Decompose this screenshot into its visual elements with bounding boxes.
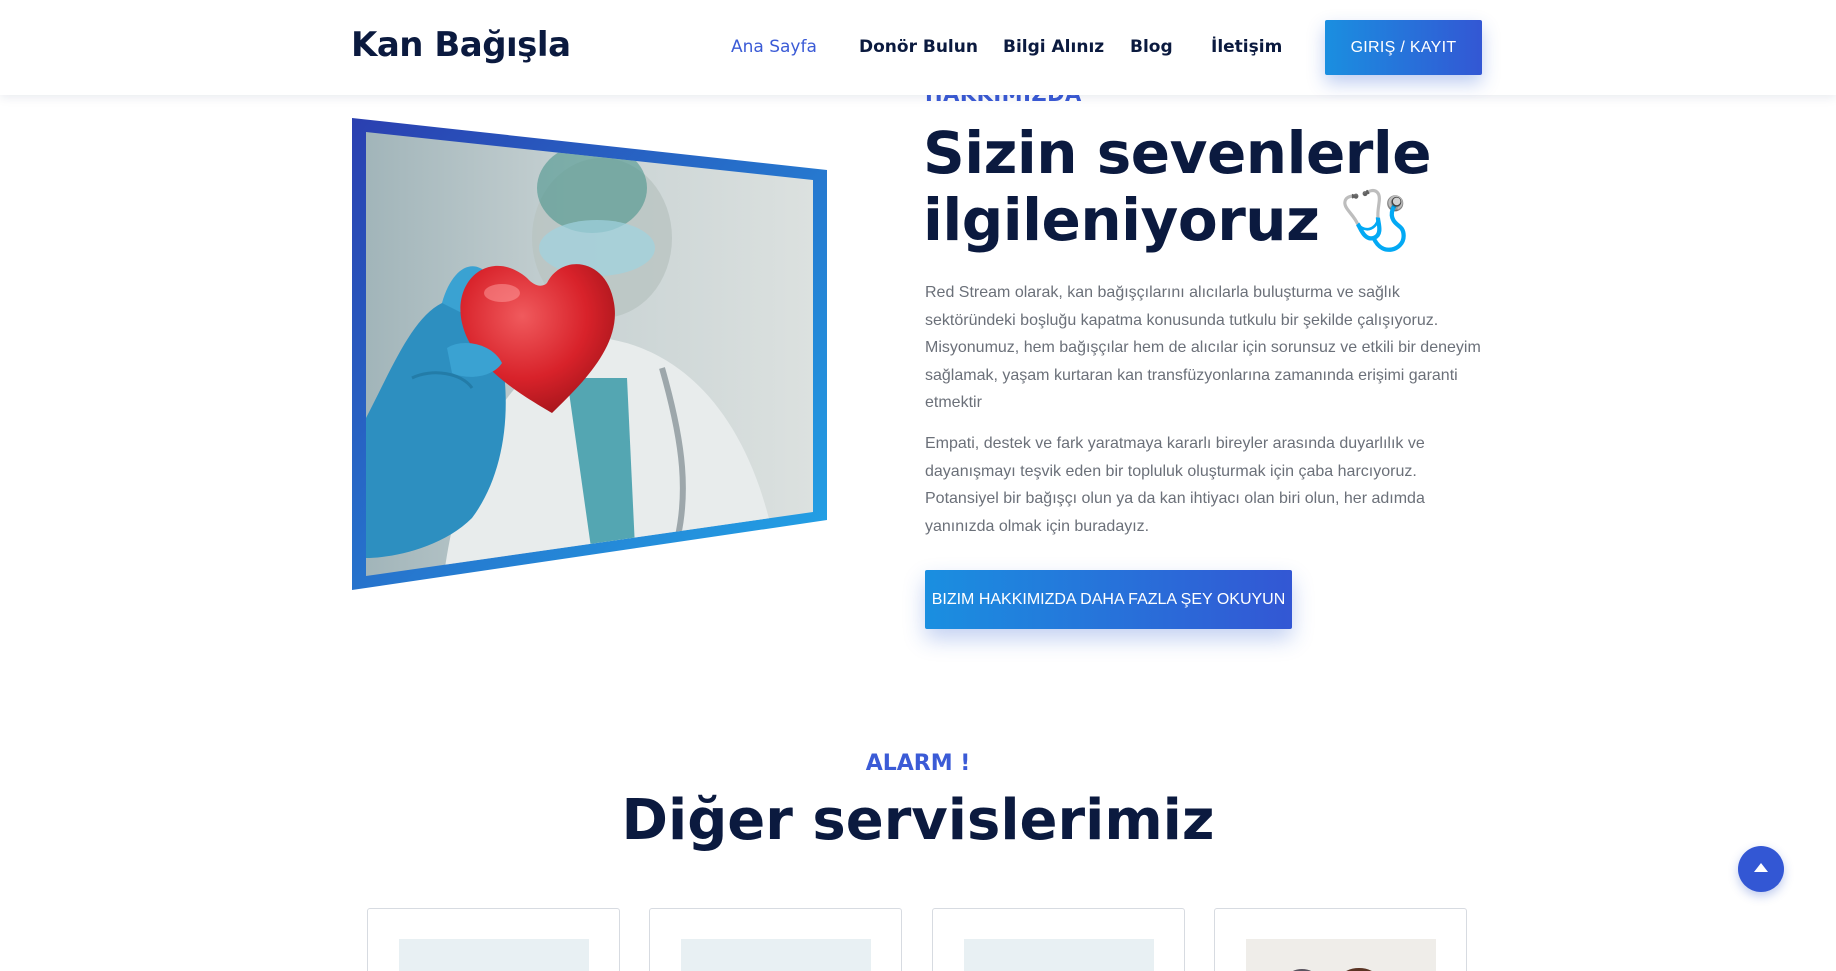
nav-item-blog[interactable]: Blog bbox=[1130, 37, 1173, 57]
about-paragraph-2: Empati, destek ve fark yaratmaya kararlı… bbox=[925, 435, 1425, 535]
service-card[interactable] bbox=[367, 908, 620, 971]
service-card[interactable] bbox=[649, 908, 902, 971]
service-card[interactable] bbox=[1214, 908, 1467, 971]
login-register-button[interactable]: GIRIŞ / KAYIT bbox=[1325, 20, 1482, 75]
scroll-to-top-button[interactable] bbox=[1738, 846, 1784, 892]
people-photo-thumbnail bbox=[1292, 968, 1372, 971]
services-title: Diğer servislerimiz bbox=[621, 788, 1215, 853]
about-title-line1: Sizin sevenlerle bbox=[923, 119, 1432, 187]
service-card-image bbox=[1246, 939, 1436, 971]
site-logo[interactable]: Kan Bağışla bbox=[351, 25, 571, 65]
about-title: Sizin sevenlerle ilgileniyoruz 🩺 bbox=[923, 120, 1543, 254]
nav-item-contact[interactable]: İletişim bbox=[1211, 37, 1282, 57]
service-card-image bbox=[399, 939, 589, 971]
nav-item-home[interactable]: Ana Sayfa bbox=[731, 37, 817, 57]
nav-item-info[interactable]: Bilgi Alınız bbox=[1003, 37, 1104, 57]
site-header: Kan Bağışla Ana Sayfa Donör Bulun Bilgi … bbox=[0, 0, 1836, 95]
nav-item-find-donor[interactable]: Donör Bulun bbox=[859, 37, 978, 57]
about-paragraph-1: Red Stream olarak, kan bağışçılarını alı… bbox=[925, 284, 1481, 411]
arrow-up-icon bbox=[1754, 863, 1768, 872]
about-title-line2: ilgileniyoruz 🩺 bbox=[923, 186, 1411, 254]
service-card[interactable] bbox=[932, 908, 1185, 971]
service-card-image bbox=[964, 939, 1154, 971]
services-eyebrow: ALARM ! bbox=[865, 751, 971, 776]
doctor-heart-image bbox=[352, 118, 827, 590]
read-more-about-button[interactable]: BIZIM HAKKIMIZDA DAHA FAZLA ŞEY OKUYUN bbox=[925, 570, 1292, 629]
service-card-image bbox=[681, 939, 871, 971]
